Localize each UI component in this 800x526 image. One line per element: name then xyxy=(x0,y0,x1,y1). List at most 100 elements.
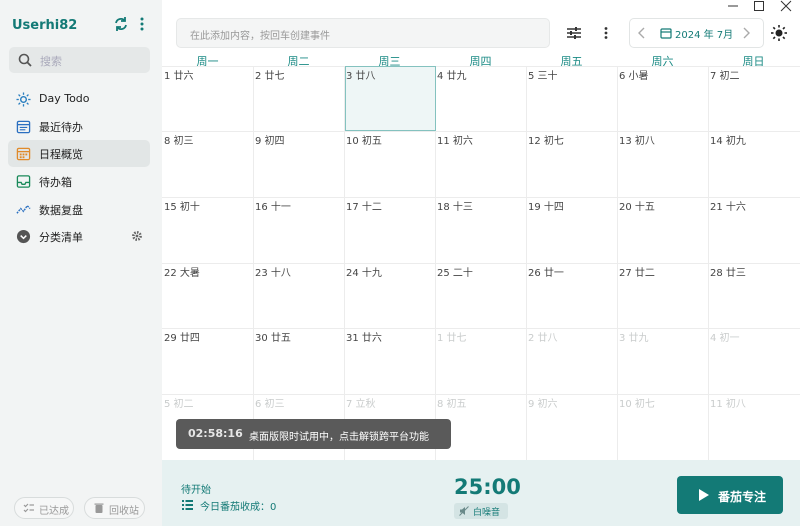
day-label: 26 廿一 xyxy=(528,268,564,279)
chart-line-icon xyxy=(16,204,31,214)
trash-label: 回收站 xyxy=(109,506,139,517)
search-input[interactable]: 搜索 xyxy=(9,47,150,73)
day-label: 3 廿九 xyxy=(619,333,649,344)
sidebar-item-label: 数据复盘 xyxy=(39,204,83,217)
pending-label[interactable]: 待开始 xyxy=(181,481,211,496)
search-placeholder: 搜索 xyxy=(40,55,62,68)
sidebar-item-inbox[interactable]: 待办箱 xyxy=(8,168,150,195)
username[interactable]: Userhi82 xyxy=(12,18,77,33)
more-vertical-icon[interactable] xyxy=(602,26,610,40)
trial-toast[interactable]: 02:58:16 桌面版限时试用中，点击解锁跨平台功能 xyxy=(176,419,451,449)
day-label: 4 初一 xyxy=(710,333,740,344)
day-label: 8 初五 xyxy=(437,399,467,410)
day-label: 28 廿三 xyxy=(710,268,746,279)
day-label: 22 大暑 xyxy=(164,268,200,279)
day-label: 9 初六 xyxy=(528,399,558,410)
pomodoro-timer[interactable]: 25:00 xyxy=(454,475,521,499)
chevron-circle-icon xyxy=(16,229,31,244)
gear-icon[interactable] xyxy=(131,230,143,242)
start-focus-label: 番茄专注 xyxy=(718,490,767,504)
sidebar: Userhi82 搜索 Day Todo 最近待办 日程概览 待办箱 数据复盘 … xyxy=(0,0,162,526)
day-label: 9 初四 xyxy=(255,136,285,147)
day-label: 30 廿五 xyxy=(255,333,291,344)
trash-icon xyxy=(94,503,104,513)
calendar-icon xyxy=(660,28,672,39)
search-icon xyxy=(18,53,32,67)
day-label: 6 小暑 xyxy=(619,71,649,82)
maximize-icon[interactable] xyxy=(752,0,766,12)
day-label: 20 十五 xyxy=(619,202,655,213)
day-label: 17 十二 xyxy=(346,202,382,213)
chevron-right-icon[interactable] xyxy=(740,26,752,40)
day-label: 18 十三 xyxy=(437,202,473,213)
day-label: 15 初十 xyxy=(164,202,200,213)
day-label: 5 初二 xyxy=(164,399,194,410)
minimize-icon[interactable] xyxy=(726,0,740,12)
day-label: 10 初五 xyxy=(346,136,382,147)
toast-message: 桌面版限时试用中，点击解锁跨平台功能 xyxy=(249,432,429,443)
day-label: 25 二十 xyxy=(437,268,473,279)
day-label: 31 廿六 xyxy=(346,333,382,344)
sidebar-item-label: Day Todo xyxy=(39,92,90,105)
sidebar-item-label: 最近待办 xyxy=(39,121,83,134)
day-label: 29 廿四 xyxy=(164,333,200,344)
day-label: 16 十一 xyxy=(255,202,291,213)
day-label: 10 初七 xyxy=(619,399,655,410)
month-navigator: 2024 年 7月 xyxy=(629,18,764,48)
more-vertical-icon[interactable] xyxy=(138,16,146,32)
filter-sliders-icon[interactable] xyxy=(566,26,582,40)
inbox-icon xyxy=(16,175,31,188)
day-label: 13 初八 xyxy=(619,136,655,147)
day-label: 2 廿八 xyxy=(528,333,558,344)
day-label: 6 初三 xyxy=(255,399,285,410)
day-label: 1 廿六 xyxy=(164,71,194,82)
calendar-grid-icon xyxy=(16,147,31,161)
sidebar-item-categories[interactable]: 分类清单 xyxy=(8,223,150,250)
completed-button[interactable]: 已达成 xyxy=(14,497,74,519)
day-label: 23 十八 xyxy=(255,268,291,279)
play-icon xyxy=(699,489,709,501)
sync-icon[interactable] xyxy=(113,16,129,32)
completed-label: 已达成 xyxy=(39,506,69,517)
mute-icon xyxy=(459,506,469,516)
list-icon xyxy=(182,500,193,510)
today-pomodoro-count: 今日番茄收成：0 xyxy=(200,502,277,513)
calendar-list-icon xyxy=(16,120,31,134)
sidebar-item-recent-todo[interactable]: 最近待办 xyxy=(8,113,150,140)
day-label: 24 十九 xyxy=(346,268,382,279)
pomodoro-bar: 待开始 今日番茄收成：0 25:00 白噪音 番茄专注 xyxy=(162,460,800,526)
white-noise-button[interactable]: 白噪音 xyxy=(454,503,508,519)
sidebar-item-label: 待办箱 xyxy=(39,176,72,189)
day-label: 8 初三 xyxy=(164,136,194,147)
sidebar-item-label: 分类清单 xyxy=(39,231,83,244)
day-label: 12 初七 xyxy=(528,136,564,147)
day-label: 11 初八 xyxy=(710,399,746,410)
sidebar-item-data-review[interactable]: 数据复盘 xyxy=(8,196,150,223)
sidebar-item-schedule-overview[interactable]: 日程概览 xyxy=(8,140,150,167)
theme-sun-icon[interactable] xyxy=(770,24,788,42)
day-label: 19 十四 xyxy=(528,202,564,213)
day-label: 11 初六 xyxy=(437,136,473,147)
day-label: 14 初九 xyxy=(710,136,746,147)
add-event-placeholder: 在此添加内容，按回车创建事件 xyxy=(190,31,330,42)
sun-icon xyxy=(16,92,31,107)
add-event-input[interactable]: 在此添加内容，按回车创建事件 xyxy=(176,18,550,48)
month-label[interactable]: 2024 年 7月 xyxy=(675,26,733,41)
checklist-icon xyxy=(23,503,34,513)
day-label: 4 廿九 xyxy=(437,71,467,82)
day-label: 27 廿二 xyxy=(619,268,655,279)
day-label: 21 十六 xyxy=(710,202,746,213)
day-label: 5 三十 xyxy=(528,71,558,82)
trash-button[interactable]: 回收站 xyxy=(84,497,145,519)
day-label: 7 初二 xyxy=(710,71,740,82)
sidebar-item-day-todo[interactable]: Day Todo xyxy=(8,86,150,113)
day-label: 7 立秋 xyxy=(346,399,376,410)
close-icon[interactable] xyxy=(779,0,793,12)
day-label: 1 廿七 xyxy=(437,333,467,344)
chevron-left-icon[interactable] xyxy=(636,26,648,40)
start-focus-button[interactable]: 番茄专注 xyxy=(677,476,783,514)
white-noise-label: 白噪音 xyxy=(473,508,501,518)
sidebar-item-label: 日程概览 xyxy=(39,148,83,161)
toast-time: 02:58:16 xyxy=(188,427,243,440)
day-label: 3 廿八 xyxy=(346,71,376,82)
